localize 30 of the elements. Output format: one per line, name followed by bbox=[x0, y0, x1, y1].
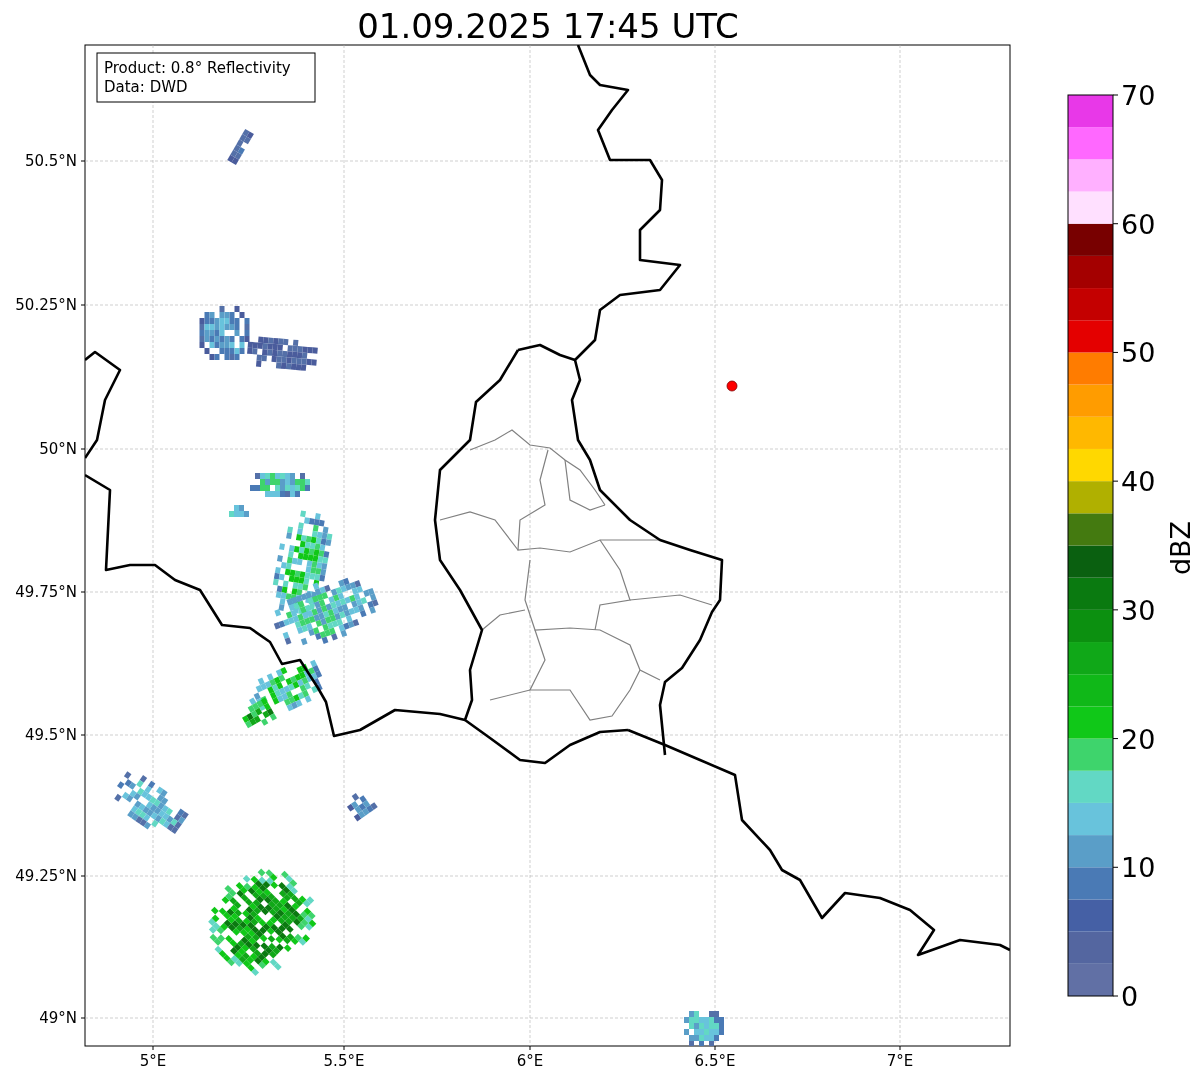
longitude-label: 5°E bbox=[139, 1052, 167, 1070]
colorbar-tick-label: 20 bbox=[1121, 723, 1156, 755]
latitude-label: 49°N bbox=[39, 1009, 77, 1027]
plot-title: 01.09.2025 17:45 UTC bbox=[357, 6, 739, 46]
radar-site-marker bbox=[726, 380, 738, 392]
radar-echo bbox=[684, 1011, 724, 1046]
radar-echo bbox=[229, 505, 249, 517]
colorbar-tick-label: 10 bbox=[1121, 852, 1156, 884]
colorbar-tick-label: 0 bbox=[1121, 981, 1139, 1012]
info-text: Product: 0.8° Reflectivity bbox=[104, 59, 291, 77]
colorbar-tick-label: 70 bbox=[1121, 80, 1156, 111]
colorbar-tick-label: 30 bbox=[1121, 594, 1156, 626]
longitude-label: 5.5°E bbox=[323, 1052, 365, 1070]
longitude-label: 7°E bbox=[886, 1052, 914, 1070]
latitude-label: 50.5°N bbox=[24, 152, 77, 170]
latitude-label: 50.25°N bbox=[15, 296, 77, 314]
colorbar-tick-label: 60 bbox=[1121, 208, 1156, 240]
latitude-label: 49.25°N bbox=[15, 867, 77, 885]
latitude-label: 49.75°N bbox=[15, 583, 77, 601]
radar-echo bbox=[250, 473, 310, 497]
longitude-label: 6°E bbox=[516, 1052, 544, 1070]
latitude-label: 49.5°N bbox=[24, 726, 77, 744]
colorbar-label: dBZ bbox=[1165, 520, 1196, 576]
longitude-label: 6.5°E bbox=[694, 1052, 736, 1070]
colorbar-tick-label: 40 bbox=[1121, 466, 1156, 498]
colorbar-tick-label: 50 bbox=[1121, 337, 1156, 369]
latitude-label: 50°N bbox=[39, 440, 77, 458]
radar-echo bbox=[227, 128, 254, 166]
radar-echo bbox=[346, 793, 378, 822]
info-text: Data: DWD bbox=[104, 78, 188, 96]
